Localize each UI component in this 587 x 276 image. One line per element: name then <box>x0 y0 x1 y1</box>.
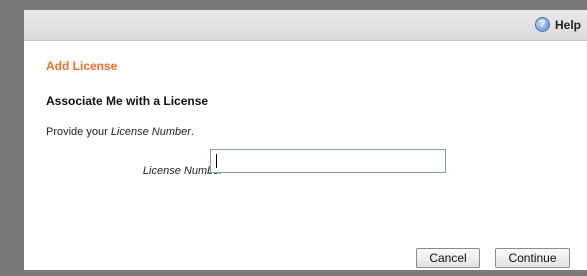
instruction-text: Provide your License Number. <box>46 126 194 138</box>
help-icon: ? <box>534 17 550 32</box>
help-label: Help <box>554 17 581 32</box>
instruction-suffix: . <box>190 126 194 138</box>
help-link[interactable]: ? Help <box>534 17 581 32</box>
add-license-dialog: ? Help Add License Associate Me with a L… <box>24 10 587 270</box>
cancel-button[interactable]: Cancel <box>416 248 480 268</box>
section-heading: Associate Me with a License <box>46 94 209 108</box>
dialog-title: Add License <box>46 59 118 73</box>
instruction-prefix: Provide your <box>46 126 111 138</box>
license-number-label: License Number <box>142 165 223 177</box>
continue-button[interactable]: Continue <box>495 248 570 268</box>
dialog-toolbar: ? Help <box>24 10 587 41</box>
license-number-input[interactable] <box>210 149 446 173</box>
text-caret <box>216 154 217 168</box>
instruction-emphasis: License Number <box>110 126 191 138</box>
